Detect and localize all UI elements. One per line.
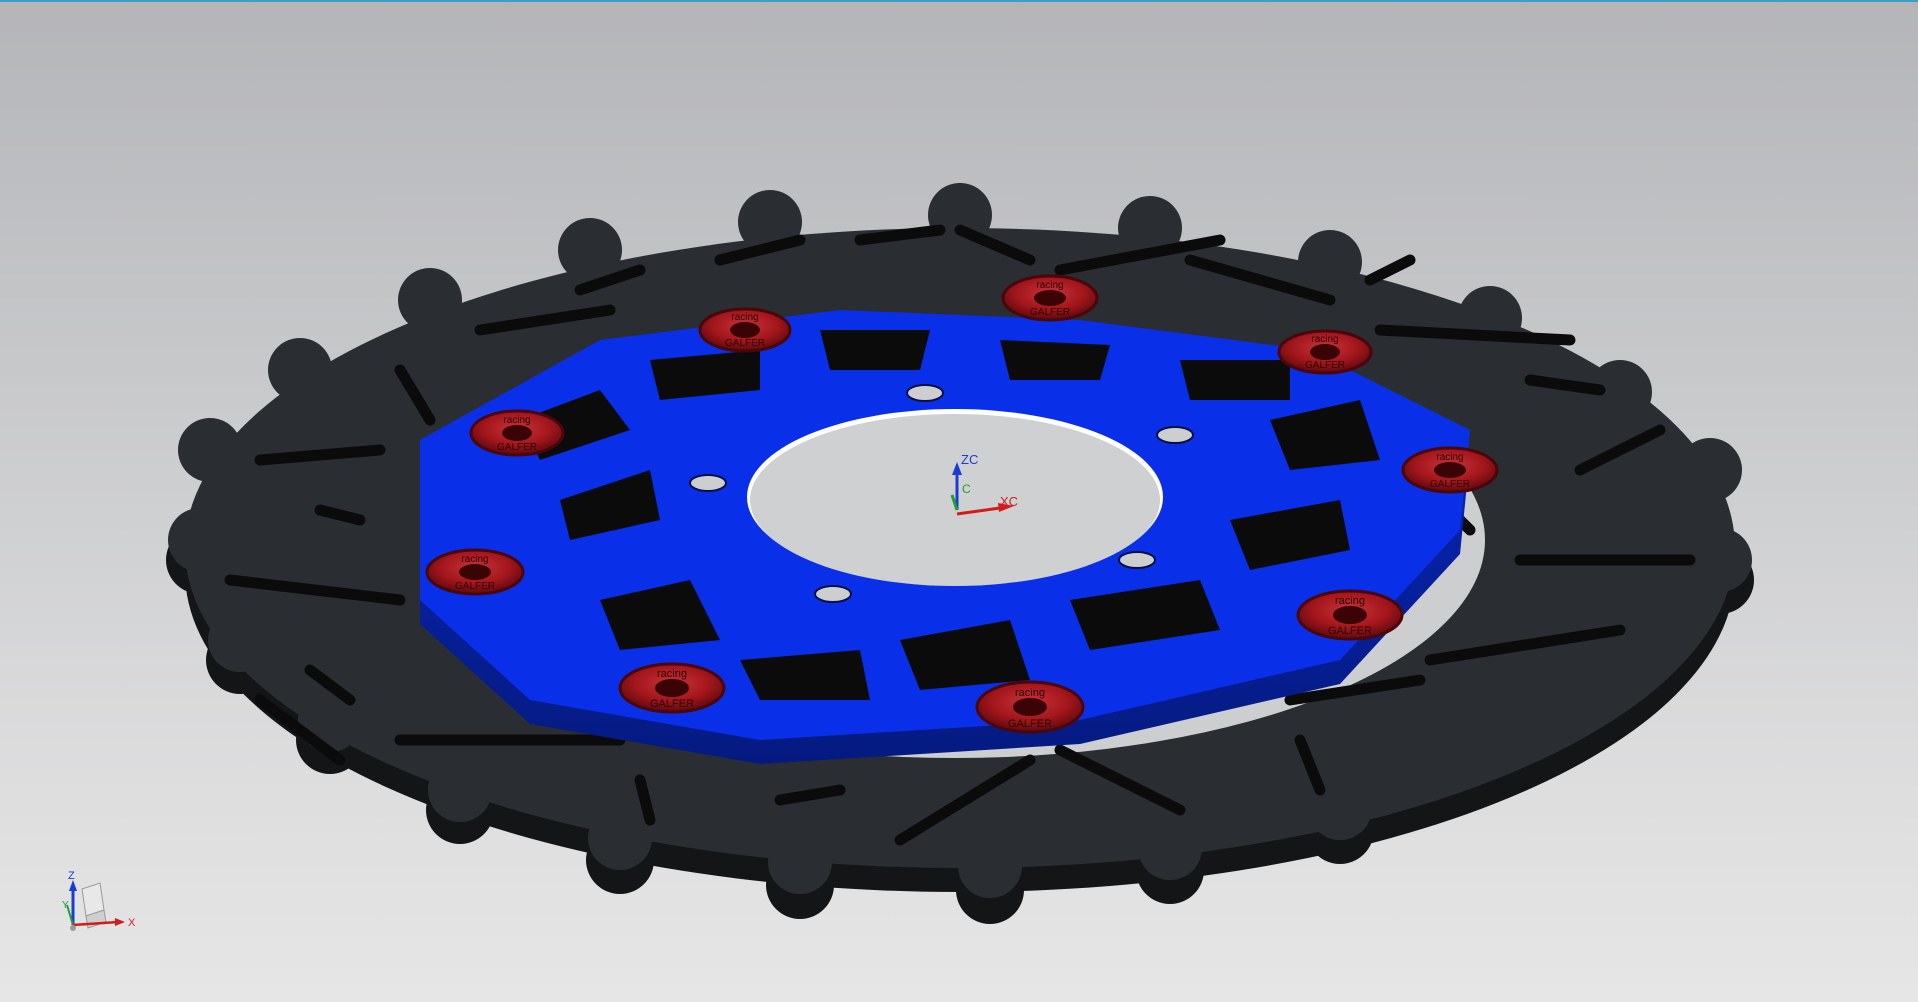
button-text-top: racing <box>1015 687 1045 699</box>
triad-x-label: X <box>128 917 136 929</box>
triad-x-arrow-icon <box>115 918 125 926</box>
button-text-bottom: GALFER <box>1305 360 1345 371</box>
zc-label: ZC <box>961 452 978 467</box>
model-canvas[interactable]: racing GALFER racing GALFER racing GALFE… <box>0 0 1918 1002</box>
button-text-top: racing <box>731 312 758 323</box>
yc-label: C <box>962 482 971 496</box>
button-text-top: racing <box>1436 452 1463 463</box>
button-text-bottom: GALFER <box>1030 307 1070 318</box>
button-4[interactable]: racing GALFER <box>469 409 565 457</box>
button-6[interactable]: racing GALFER <box>425 548 525 596</box>
button-7[interactable]: racing GALFER <box>1296 589 1404 641</box>
view-triad[interactable]: Z Y X <box>62 870 136 931</box>
triad-x-axis <box>72 920 119 927</box>
button-text-bottom: GALFER <box>455 581 495 592</box>
button-8[interactable]: racing GALFER <box>618 662 726 714</box>
button-3[interactable]: racing GALFER <box>1277 329 1373 375</box>
button-text-top: racing <box>503 415 530 426</box>
button-text-top: racing <box>461 554 488 565</box>
button-1[interactable]: racing GALFER <box>1001 274 1099 322</box>
button-2[interactable]: racing GALFER <box>698 307 792 353</box>
button-text-bottom: GALFER <box>1430 479 1470 490</box>
button-text-bottom: GALFER <box>1008 718 1052 730</box>
button-text-top: racing <box>1311 334 1338 345</box>
triad-z-label: Z <box>68 870 75 882</box>
button-text-top: racing <box>1036 280 1063 291</box>
button-text-bottom: GALFER <box>725 338 765 349</box>
button-5[interactable]: racing GALFER <box>1401 446 1499 494</box>
button-text-bottom: GALFER <box>1328 625 1372 637</box>
button-9[interactable]: racing GALFER <box>975 680 1085 734</box>
button-text-top: racing <box>657 668 687 680</box>
button-text-bottom: GALFER <box>497 442 537 453</box>
button-text-top: racing <box>1335 595 1365 607</box>
xc-label: XC <box>1000 494 1018 509</box>
triad-y-label: Y <box>62 900 69 911</box>
button-text-bottom: GALFER <box>650 698 694 710</box>
graphics-viewport[interactable]: racing GALFER racing GALFER racing GALFE… <box>0 0 1918 1002</box>
